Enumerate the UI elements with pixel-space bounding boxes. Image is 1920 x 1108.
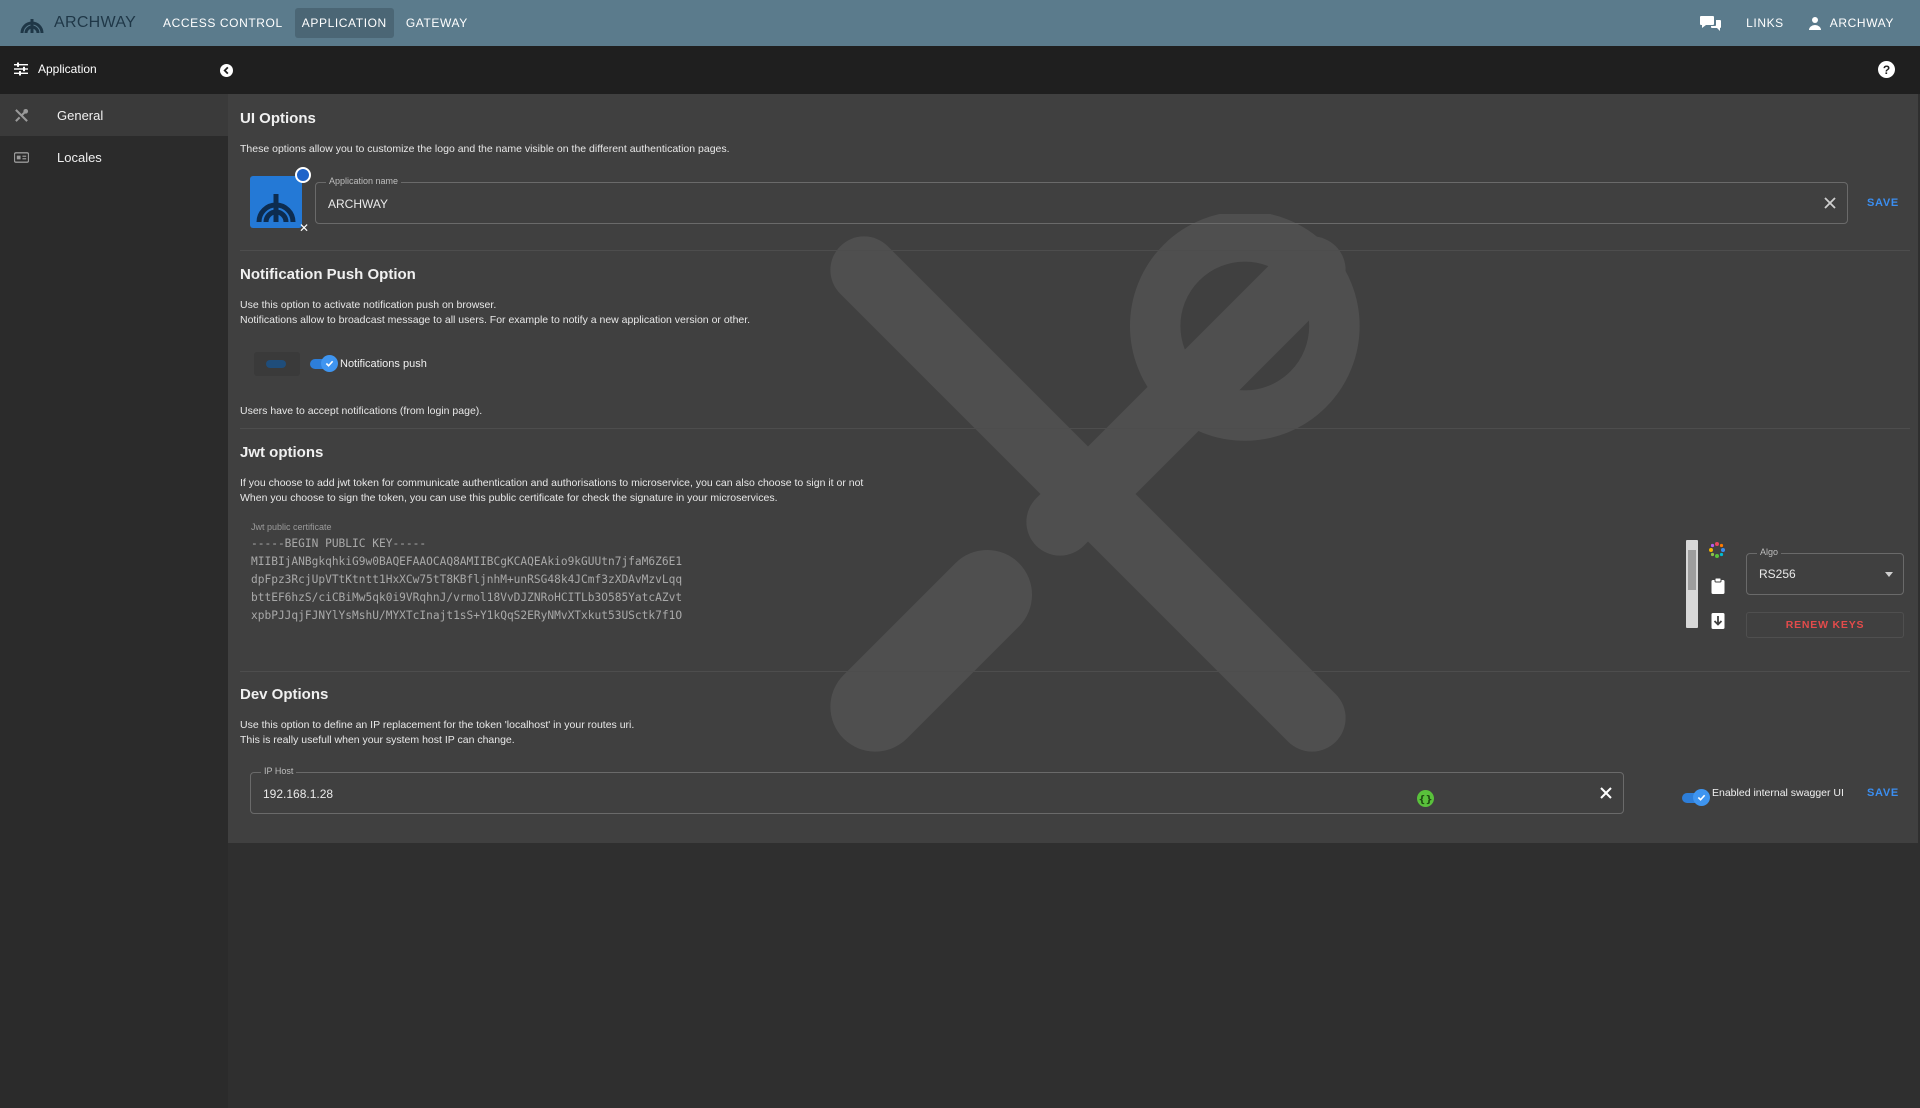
swagger-icon: {} [1417, 790, 1434, 807]
chevron-left-icon [223, 66, 229, 75]
nav-access-control[interactable]: ACCESS CONTROL [156, 8, 290, 38]
sliders-icon [14, 62, 28, 76]
notification-description-2: Notifications allow to broadcast message… [240, 314, 751, 326]
top-right-actions: LINKS ARCHWAY [1700, 14, 1894, 32]
check-icon [1697, 794, 1706, 801]
jwt-title: Jwt options [240, 444, 324, 461]
top-app-bar: ARCHWAY ACCESS CONTROL APPLICATION GATEW… [0, 0, 1920, 46]
jwt-description-2: When you choose to sign the token, you c… [240, 492, 778, 504]
application-name-input[interactable]: ARCHWAY [328, 197, 388, 211]
clear-icon[interactable] [1599, 786, 1613, 800]
section-header-title: Application [14, 62, 97, 76]
divider [240, 671, 1910, 672]
tools-watermark-icon [830, 214, 1360, 752]
sidebar-item-general[interactable]: General [0, 94, 228, 136]
archway-logo-icon [256, 194, 296, 223]
sidebar-item-label: Locales [57, 149, 102, 165]
jwt-certificate-field[interactable]: Jwt public certificate -----BEGIN PUBLIC… [240, 522, 1640, 622]
sidebar-item-locales[interactable]: Locales [0, 136, 228, 178]
notifications-push-switch[interactable] [310, 355, 338, 372]
collapse-sidebar-button[interactable] [220, 64, 233, 77]
main-nav: ACCESS CONTROL APPLICATION GATEWAY [156, 8, 480, 38]
jwt-description-1: If you choose to add jwt token for commu… [240, 477, 864, 489]
swagger-ui-switch[interactable] [1682, 789, 1710, 806]
clipboard-icon[interactable] [1709, 577, 1727, 595]
ip-host-input[interactable]: 192.168.1.28 [263, 787, 333, 801]
caret-down-icon [1885, 572, 1893, 577]
cert-line: MIIBIjANBgkqhkiG9w0BAQEFAAOCAQ8AMIIBCgKC… [251, 555, 683, 568]
help-button[interactable]: ? [1878, 61, 1895, 78]
tools-icon [15, 108, 29, 122]
main-panel: UI Options These options allow you to cu… [228, 94, 1918, 843]
svg-text:{}: {} [1418, 795, 1432, 806]
brand-name: ARCHWAY [54, 14, 137, 31]
cert-line: dpFpz3RcjUpVTtKtntt1HxXCw75tT8KBfljnhM+u… [251, 573, 683, 586]
user-menu-button[interactable]: ARCHWAY [1808, 16, 1894, 30]
section-header-bar: Application ? [0, 46, 1920, 94]
logo-edit-badge[interactable] [295, 167, 311, 183]
download-icon[interactable] [1709, 612, 1727, 630]
ui-options-description: These options allow you to customize the… [240, 143, 730, 155]
cert-line: -----BEGIN PUBLIC KEY----- [251, 537, 427, 550]
dev-description-2: This is really usefull when your system … [240, 734, 515, 746]
application-name-field[interactable]: Application name ARCHWAY [315, 176, 1848, 224]
brand-logo-link[interactable]: ARCHWAY [18, 9, 146, 37]
archway-logo-icon [20, 19, 44, 34]
ui-options-title: UI Options [240, 110, 316, 127]
check-icon [325, 360, 334, 367]
sidebar-item-label: General [57, 107, 104, 123]
renew-keys-button[interactable]: RENEW KEYS [1746, 612, 1904, 638]
notification-title: Notification Push Option [240, 266, 416, 283]
nav-gateway[interactable]: GATEWAY [399, 8, 475, 38]
algo-select[interactable]: Algo RS256 [1746, 547, 1904, 595]
section-header-label: Application [38, 62, 97, 76]
sidebar: General Locales [0, 94, 228, 1108]
swagger-ui-label: Enabled internal swagger UI [1712, 787, 1844, 799]
nav-application[interactable]: APPLICATION [294, 8, 394, 38]
notification-preview [254, 352, 300, 376]
dev-options-title: Dev Options [240, 686, 329, 703]
links-menu-button[interactable]: LINKS [1746, 16, 1784, 30]
notification-description-1: Use this option to activate notification… [240, 299, 497, 311]
generate-icon[interactable] [1708, 541, 1726, 559]
user-icon [1808, 17, 1821, 30]
ip-host-label: IP Host [261, 766, 297, 776]
notification-note: Users have to accept notifications (from… [240, 405, 483, 417]
cert-line: bttEF6hzS/ciCBiMw5qk0i9VRqhnJ/vrmol18VvD… [251, 591, 683, 604]
dev-options-save-button[interactable]: SAVE [1867, 787, 1899, 799]
scrollbar-thumb[interactable] [1688, 550, 1696, 590]
divider [240, 250, 1910, 251]
algo-label: Algo [1757, 547, 1782, 557]
logo-remove-icon[interactable]: ✕ [299, 222, 311, 234]
certificate-scrollbar[interactable] [1686, 540, 1698, 628]
algo-value: RS256 [1759, 567, 1796, 581]
dev-description-1: Use this option to define an IP replacem… [240, 719, 635, 731]
jwt-certificate-label: Jwt public certificate [251, 522, 332, 532]
cert-line: xpbPJJqjFJNYlYsMshU/MYXTcInajt1sS+Y1kQqS… [251, 609, 683, 622]
application-name-label: Application name [326, 176, 402, 186]
chat-icon[interactable] [1700, 14, 1722, 32]
locale-icon [14, 151, 29, 163]
notifications-push-label: Notifications push [340, 358, 427, 370]
divider [240, 428, 1910, 429]
clear-icon[interactable] [1823, 196, 1837, 210]
ui-options-save-button[interactable]: SAVE [1867, 197, 1899, 209]
user-name: ARCHWAY [1829, 16, 1894, 30]
jwt-certificate-text[interactable]: -----BEGIN PUBLIC KEY----- MIIBIjANBgkqhk… [251, 535, 682, 625]
app-logo-upload[interactable] [250, 176, 302, 228]
